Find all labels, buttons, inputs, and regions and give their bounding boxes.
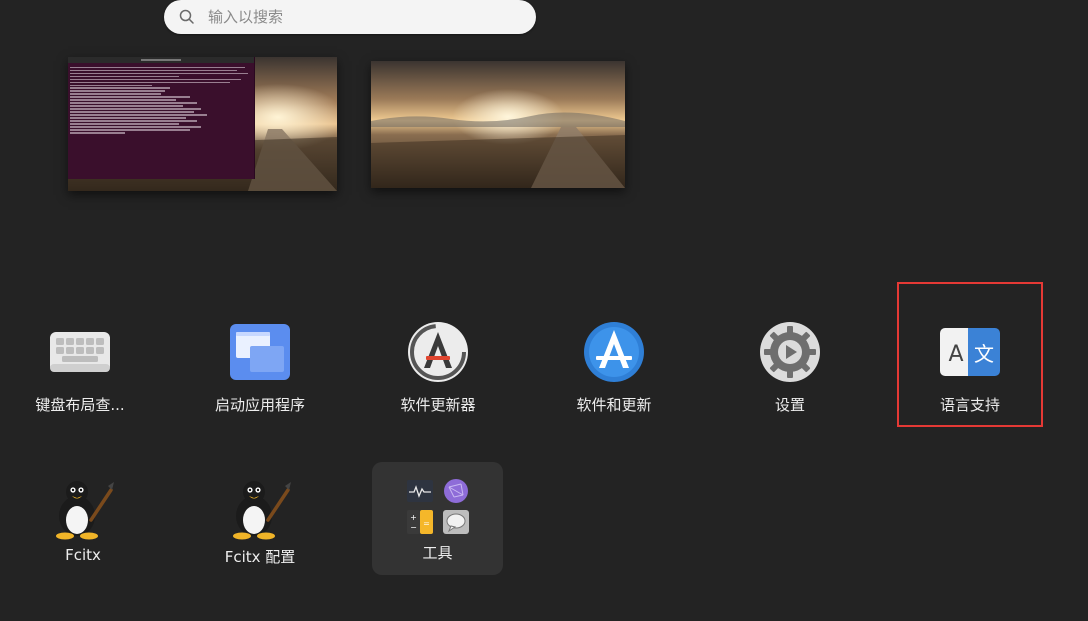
fcitx-penguin-icon xyxy=(56,481,114,540)
keyboard-icon xyxy=(50,332,110,372)
software-and-updates-icon xyxy=(584,322,644,382)
app-label: 语言支持 xyxy=(939,396,1000,414)
app-overview: 键盘布局查... 启动应用程序 软件更新器 软件和更新 xyxy=(0,0,1088,621)
network-icon xyxy=(441,478,471,504)
app-startup-applications[interactable]: 启动应用程序 xyxy=(185,298,335,418)
settings-gear-icon xyxy=(760,322,820,382)
app-label: 软件和更新 xyxy=(576,396,652,414)
app-folder-tools[interactable]: + − = 工具 xyxy=(372,462,503,575)
app-label: 键盘布局查... xyxy=(35,396,125,414)
fcitx-config-penguin-icon xyxy=(233,481,291,540)
app-label: Fcitx xyxy=(65,546,101,564)
search-icon xyxy=(179,9,194,24)
svg-text:A: A xyxy=(948,342,963,367)
app-fcitx[interactable]: Fcitx xyxy=(8,460,158,580)
svg-text:−: − xyxy=(410,523,417,532)
wallpaper-image xyxy=(371,61,625,188)
svg-text:=: = xyxy=(423,519,430,528)
search-input[interactable] xyxy=(206,7,510,27)
app-label: Fcitx 配置 xyxy=(224,548,296,566)
app-label: 软件更新器 xyxy=(400,396,476,414)
terminal-window-preview xyxy=(68,57,255,179)
search-bar[interactable] xyxy=(164,0,536,34)
app-software-and-updates[interactable]: 软件和更新 xyxy=(539,298,689,418)
folder-label: 工具 xyxy=(422,544,453,562)
folder-icon-grid: + − = xyxy=(405,478,471,534)
app-fcitx-config[interactable]: Fcitx 配置 xyxy=(185,460,335,580)
app-settings[interactable]: 设置 xyxy=(715,298,865,418)
system-monitor-icon xyxy=(405,478,435,504)
svg-text:+: + xyxy=(410,513,417,522)
app-label: 设置 xyxy=(774,396,805,414)
language-support-icon: A 文 xyxy=(940,328,1000,376)
app-label: 启动应用程序 xyxy=(214,396,305,414)
software-updater-icon xyxy=(408,322,468,382)
app-keyboard-layout[interactable]: 键盘布局查... xyxy=(5,298,155,418)
chat-icon xyxy=(441,510,471,534)
app-language-support[interactable]: A 文 语言支持 xyxy=(897,282,1043,427)
workspace-thumbnail-2[interactable] xyxy=(371,61,625,188)
startup-apps-icon xyxy=(230,324,290,380)
svg-text:文: 文 xyxy=(974,342,994,366)
app-software-updater[interactable]: 软件更新器 xyxy=(363,298,513,418)
calculator-icon: + − = xyxy=(405,510,435,534)
workspace-thumbnail-1[interactable] xyxy=(68,57,337,191)
